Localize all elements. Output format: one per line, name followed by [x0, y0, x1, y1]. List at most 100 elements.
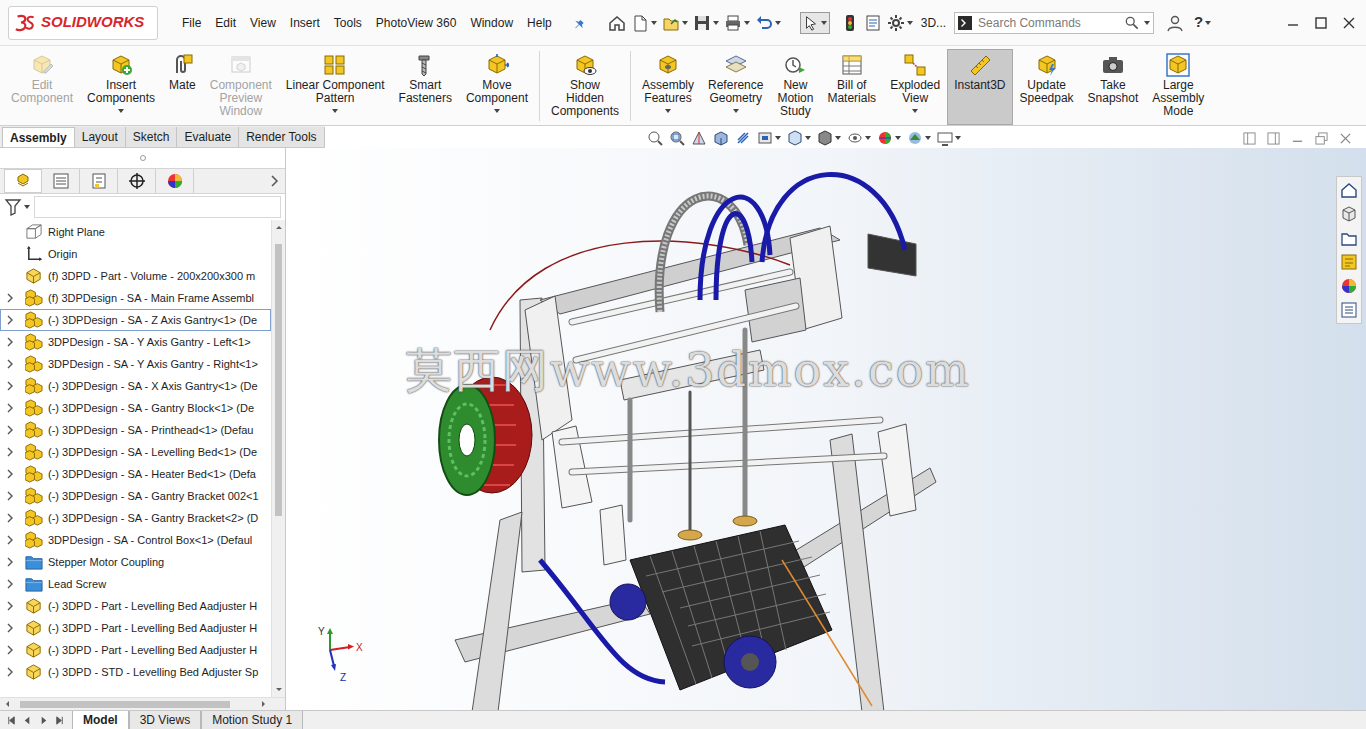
tree-item-label[interactable]: 3DPDesign - SA - Control Box<1> (Defaul [48, 532, 252, 549]
command-icon[interactable] [656, 53, 680, 77]
new-document-icon[interactable] [631, 14, 649, 32]
last-tab-icon[interactable] [52, 715, 66, 726]
design-library-icon[interactable] [1338, 203, 1360, 225]
toolbar-button[interactable] [841, 14, 859, 32]
magnifier-icon[interactable] [1125, 16, 1139, 30]
view-tool-button[interactable] [735, 130, 751, 146]
manager-tab[interactable] [4, 169, 42, 193]
dropdown-caret[interactable] [713, 21, 719, 25]
command-tab[interactable]: Assembly [2, 127, 75, 147]
user-menu[interactable] [1166, 14, 1184, 32]
tree-item[interactable]: (f) 3DPD - Part - Volume - 200x200x300 m [0, 265, 271, 287]
command-icon[interactable] [413, 53, 437, 77]
dropdown-caret[interactable] [865, 136, 871, 140]
search-input[interactable] [972, 14, 1125, 32]
ribbon-button[interactable]: Instant3D [947, 49, 1012, 125]
tree-item[interactable]: Lead Screw [0, 573, 271, 595]
expand-toggle[interactable] [0, 463, 20, 485]
tree-item[interactable]: 3DPDesign - SA - Y Axis Gantry - Right<1… [0, 353, 271, 375]
tree-item[interactable]: (-) 3DPDesign - SA - Levelling Bed<1> (D… [0, 441, 271, 463]
tree-item-label[interactable]: 3DPDesign - SA - Y Axis Gantry - Left<1> [48, 334, 251, 351]
ribbon-button[interactable]: Mate [162, 49, 203, 125]
expand-arrow-icon[interactable] [6, 403, 14, 413]
tree-item[interactable]: (-) 3DPDesign - SA - Gantry Block<1> (De [0, 397, 271, 419]
dropdown-caret[interactable] [895, 136, 901, 140]
printer-assembly-model[interactable] [286, 148, 1366, 710]
dropdown-caret[interactable] [744, 21, 750, 25]
scene-icon[interactable] [907, 130, 923, 146]
scroll-right-icon[interactable] [257, 699, 271, 709]
tree-item-label[interactable]: (-) 3DPDesign - SA - Printhead<1> (Defau [48, 422, 253, 439]
tree-item[interactable]: (f) 3DPDesign - SA - Main Frame Assembl [0, 287, 271, 309]
tree-item[interactable]: Origin [0, 243, 271, 265]
ribbon-button[interactable]: ReferenceGeometry [701, 49, 770, 125]
expand-arrow-icon[interactable] [6, 601, 14, 611]
undo-icon[interactable] [755, 14, 773, 32]
ribbon-dropdown-caret[interactable] [912, 109, 918, 113]
featuremanager-icon[interactable] [14, 172, 32, 190]
menu-item[interactable]: Tools [334, 12, 362, 34]
expand-arrow-icon[interactable] [6, 315, 14, 325]
ribbon-button[interactable]: InsertComponents [80, 49, 162, 125]
expand-arrow-icon[interactable] [6, 513, 14, 523]
view-tool-button[interactable] [757, 130, 781, 146]
dropdown-caret[interactable] [821, 21, 827, 25]
home-icon[interactable] [608, 14, 626, 32]
command-icon[interactable] [485, 53, 509, 77]
expand-arrow-icon[interactable] [6, 579, 14, 589]
search-options[interactable] [1139, 21, 1153, 25]
open-icon[interactable] [662, 14, 680, 32]
ribbon-button[interactable]: Bill ofMaterials [820, 49, 883, 125]
bottom-tab[interactable]: Model [72, 711, 129, 729]
search-box[interactable] [954, 12, 1154, 34]
dropdown-caret[interactable] [1144, 21, 1150, 25]
ribbon-button[interactable]: ExplodedView [883, 49, 947, 125]
save-icon[interactable] [693, 14, 711, 32]
scroll-down-icon[interactable] [272, 683, 285, 697]
previous-view-icon[interactable] [691, 130, 707, 146]
help-menu[interactable]: ? [1194, 11, 1211, 34]
tree-item-label[interactable]: Right Plane [48, 224, 105, 241]
first-tab-icon[interactable] [4, 715, 18, 726]
tile-right-icon[interactable] [1267, 132, 1280, 145]
expand-arrow-icon[interactable] [6, 491, 14, 501]
expand-arrow-icon[interactable] [6, 535, 14, 545]
dropdown-caret[interactable] [651, 21, 657, 25]
expand-toggle[interactable] [0, 287, 20, 309]
print-icon[interactable] [724, 14, 742, 32]
tree-item-label[interactable]: (-) 3DPD - Part - Levelling Bed Aadjuste… [48, 598, 257, 615]
expand-arrow-icon[interactable] [6, 293, 14, 303]
toolbar-button[interactable] [887, 14, 913, 32]
tree-item[interactable]: (-) 3DPDesign - SA - Z Axis Gantry<1> (D… [0, 309, 271, 331]
ribbon-dropdown-caret[interactable] [118, 109, 124, 113]
command-icon[interactable] [170, 53, 194, 77]
tree-item[interactable]: (-) 3DPDesign - SA - X Axis Gantry<1> (D… [0, 375, 271, 397]
dropdown-caret[interactable] [24, 205, 30, 209]
funnel-icon[interactable] [4, 198, 22, 216]
close-icon[interactable] [1342, 16, 1356, 30]
dropdown-caret[interactable] [805, 136, 811, 140]
dropdown-caret[interactable] [775, 136, 781, 140]
view-tool-button[interactable] [713, 130, 729, 146]
filter-field[interactable] [34, 196, 281, 218]
command-icon[interactable] [1035, 53, 1059, 77]
view-tool-button[interactable] [847, 130, 871, 146]
expand-toggle[interactable] [0, 441, 20, 463]
options-gear-icon[interactable] [887, 14, 905, 32]
ribbon-button[interactable]: UpdateSpeedpak [1013, 49, 1081, 125]
expand-toggle[interactable] [0, 397, 20, 419]
expand-toggle[interactable] [0, 331, 20, 353]
tree-item-label[interactable]: (-) 3DPDesign - SA - Gantry Bracket 002<… [48, 488, 259, 505]
scrollbar-thumb[interactable] [20, 701, 230, 708]
view-tool-button[interactable] [907, 130, 931, 146]
manager-tab[interactable] [156, 169, 194, 193]
scrollbar-thumb[interactable] [275, 244, 282, 516]
maximize-icon[interactable] [1314, 16, 1328, 30]
pin-icon[interactable] [574, 16, 588, 30]
doc-close-icon[interactable] [1339, 132, 1352, 145]
command-tab[interactable]: Evaluate [177, 127, 239, 147]
tree-item-label[interactable]: (-) 3DPDesign - SA - Levelling Bed<1> (D… [48, 444, 257, 461]
command-icon[interactable] [968, 53, 992, 77]
view-palette-icon[interactable] [1338, 251, 1360, 273]
view-tool-button[interactable] [647, 130, 663, 146]
